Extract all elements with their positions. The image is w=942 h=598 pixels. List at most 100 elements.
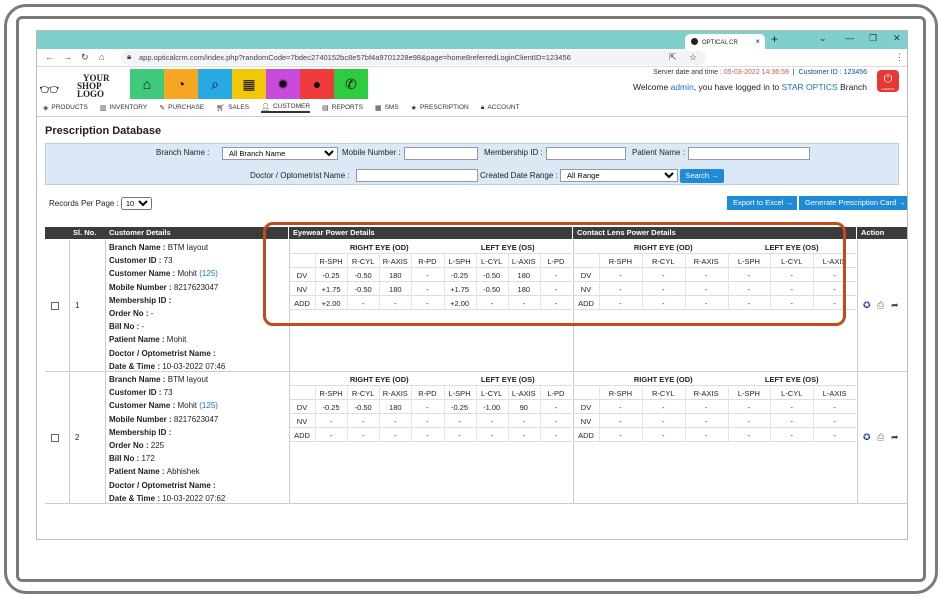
grid-line — [315, 385, 316, 441]
export-excel-button[interactable]: Export to Excel → — [727, 196, 797, 210]
customer-details: Branch Name : BTM layout Customer ID : 73… — [109, 241, 225, 373]
print-icon[interactable]: ⎙ — [877, 300, 884, 311]
products-icon: ◈ — [43, 104, 49, 112]
contact-block: RIGHT EYE (OD) LEFT EYE (OS) R-SPH R-CYL R-A… — [573, 372, 856, 448]
header-checkbox-col — [45, 227, 69, 239]
contact-row-label: ADD — [578, 431, 594, 440]
share-icon[interactable]: ➦ — [891, 300, 899, 311]
doctor-input[interactable] — [356, 169, 478, 182]
eyewear-value: -1.00 — [483, 403, 501, 412]
home-browser-icon[interactable]: ⌂ — [99, 52, 104, 62]
contact-row-label: NV — [580, 417, 592, 426]
star-icon[interactable]: ☆ — [689, 52, 697, 63]
module-button-1[interactable]: ⌂ — [130, 69, 164, 99]
module-button-2[interactable]: ◔ — [164, 69, 198, 99]
sms-icon: ▦ — [374, 104, 382, 112]
detail-label: Bill No : — [109, 322, 142, 332]
menu-label: REPORTS — [331, 104, 363, 111]
detail-line: Order No : - — [109, 307, 225, 320]
reload-icon[interactable]: ↻ — [81, 52, 89, 63]
close-window-icon[interactable]: ✕ — [893, 33, 901, 44]
detail-link[interactable]: (125) — [199, 269, 218, 278]
browser-tab[interactable]: OPTICAL CR × — [685, 34, 765, 49]
menu-item-purchase[interactable]: ✎ PURCHASE — [159, 104, 204, 112]
share-icon[interactable]: ⇱ — [669, 52, 677, 63]
search-button[interactable]: Search → — [680, 169, 724, 183]
server-label: Server date and time : — [653, 69, 724, 76]
row-checkbox[interactable] — [51, 434, 59, 442]
generate-card-button[interactable]: Generate Prescription Card → — [799, 196, 907, 210]
detail-label: Branch Name : — [109, 375, 168, 384]
share-icon[interactable]: ➦ — [891, 432, 899, 443]
close-tab-icon[interactable]: × — [755, 37, 760, 46]
contact-right-eye: RIGHT EYE (OD) — [633, 375, 693, 384]
detail-line: Bill No : - — [109, 320, 225, 333]
eyewear-value: 90 — [519, 403, 528, 412]
minimize-icon[interactable]: — — [845, 33, 854, 43]
divider — [857, 240, 858, 372]
eyewear-value: - — [361, 417, 365, 426]
patient-label: Patient Name : — [632, 148, 685, 157]
menu-item-customer[interactable]: 👤︎ CUSTOMER — [261, 103, 311, 113]
eyewear-value: -0.25 — [451, 403, 469, 412]
contact-col-r-axis: R-AXIS — [693, 389, 719, 398]
edit-icon[interactable]: ✪ — [863, 300, 871, 311]
detail-label: Doctor / Optometrist Name : — [109, 348, 216, 358]
records-select[interactable]: 10 — [120, 197, 152, 210]
created-select[interactable]: All Range — [560, 169, 678, 182]
url-field[interactable]: 🔒︎ app.opticalcrm.com/index.php?randomCo… — [121, 51, 706, 65]
search-panel: Branch Name : All Branch Name Mobile Num… — [45, 143, 899, 185]
records-label: Records Per Page : — [49, 199, 119, 208]
contact-value: - — [661, 417, 665, 426]
shop-logo[interactable]: 👓︎ YOUR SHOP LOGO — [37, 70, 129, 100]
maximize-icon[interactable]: ❐ — [869, 33, 877, 44]
mobile-label: Mobile Number : — [342, 148, 401, 157]
menu-dots-icon[interactable]: ⋮ — [895, 52, 904, 63]
server-value: 05-03-2022 14:36:59 — [723, 69, 789, 76]
detail-link[interactable]: (125) — [199, 401, 218, 410]
menu-item-inventory[interactable]: ▥ INVENTORY — [100, 104, 147, 112]
detail-label: Customer ID : — [109, 256, 164, 266]
chevron-down-icon[interactable]: ⌄ — [819, 33, 827, 44]
membership-input[interactable] — [546, 147, 626, 160]
patient-input[interactable] — [688, 147, 810, 160]
grid-line — [770, 385, 772, 441]
logout-button[interactable]: ⏻ LOGOUT — [877, 70, 899, 92]
menu-item-sms[interactable]: ▦ SMS — [375, 104, 399, 112]
contact-value: - — [747, 403, 751, 412]
contact-value: - — [619, 403, 622, 412]
forward-icon[interactable]: → — [63, 52, 72, 62]
print-icon[interactable]: ⎙ — [877, 432, 884, 443]
welcome-user[interactable]: admin — [671, 82, 694, 92]
mobile-input[interactable] — [404, 147, 478, 160]
detail-line: Date & Time : 10-03-2022 07:62 — [109, 492, 225, 505]
eyewear-value: - — [554, 417, 558, 426]
menu-item-reports[interactable]: ▤ REPORTS — [322, 104, 363, 112]
new-tab-icon[interactable]: + — [771, 32, 778, 46]
module-button-3[interactable]: ⌕ — [198, 69, 232, 99]
eyewear-value: - — [329, 417, 333, 426]
detail-line: Customer ID : 73 — [109, 386, 225, 399]
grid-line — [289, 441, 572, 442]
menu-item-account[interactable]: 🔒︎ ACCOUNT — [481, 104, 520, 112]
eyewear-col-r-cyl: R-CYL — [351, 389, 375, 398]
detail-line: Bill No : 172 — [109, 452, 225, 465]
detail-value: 10-03-2022 07:46 — [162, 361, 226, 371]
eyewear-right-eye: RIGHT EYE (OD) — [349, 375, 409, 384]
branch-select[interactable]: All Branch Name — [222, 147, 338, 160]
back-icon[interactable]: ← — [45, 52, 54, 62]
divider — [857, 372, 858, 504]
detail-line: Customer Name : Mohit (125) — [109, 267, 225, 280]
menu-item-prescription[interactable]: ★ PRESCRIPTION — [411, 104, 469, 112]
module-button-6[interactable]: ● — [300, 69, 334, 99]
module-button-5[interactable]: ✹ — [266, 69, 300, 99]
detail-value: Abhishek — [166, 467, 200, 477]
menu-label: ACCOUNT — [487, 104, 520, 111]
menu-item-sales[interactable]: 🛒︎ SALES — [216, 104, 249, 112]
menu-item-products[interactable]: ◈ PRODUCTS — [43, 104, 88, 112]
module-button-7[interactable]: ✆ — [334, 69, 368, 99]
edit-icon[interactable]: ✪ — [863, 432, 871, 443]
contact-row-label: DV — [580, 403, 592, 412]
module-button-4[interactable]: ▦ — [232, 69, 266, 99]
row-checkbox[interactable] — [51, 302, 59, 310]
